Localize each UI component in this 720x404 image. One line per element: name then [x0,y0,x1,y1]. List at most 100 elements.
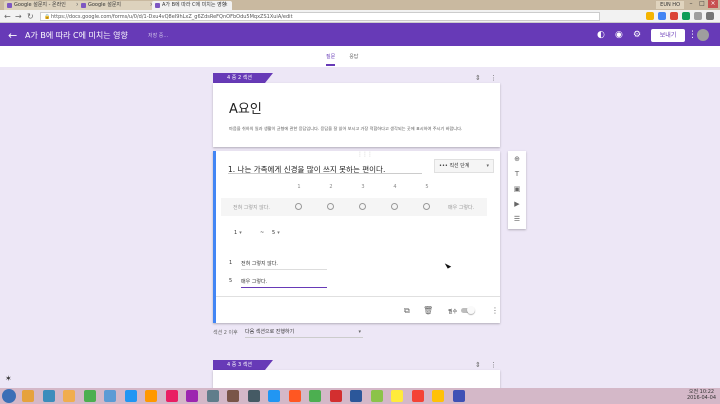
more-vert-icon[interactable]: ⋮ [688,30,697,40]
url-input[interactable]: 🔒 https://docs.google.com/forms/u/0/d/1-… [40,12,600,21]
taskbar-app-icon[interactable] [329,390,342,402]
drag-handle-icon[interactable]: ⋮⋮⋮ [357,151,373,158]
scale-number: 4 [393,184,397,190]
taskbar-app-icon[interactable] [63,390,75,402]
windows-taskbar: 오전 10:22 2016-04-04 [0,388,720,404]
section-title[interactable]: A요인 [229,98,262,117]
more-vert-icon[interactable]: ⋮ [490,74,497,82]
section-tag: 4 중 3 섹션 [213,360,273,370]
section-header-card[interactable]: ⇕ ⋮ A요인 마음을 쉬하의 일과 생활이 균형에 관한 응답입니다. 응답을… [213,74,500,147]
low-label-input[interactable]: 전혀 그렇지 않다. [241,260,327,270]
taskbar-app-icon[interactable] [452,390,465,402]
more-vert-icon[interactable]: ⋮ [491,306,499,315]
back-arrow-icon[interactable]: ← [8,29,17,42]
taskbar-app-icon[interactable] [22,390,34,402]
section-description[interactable]: 마음을 쉬하의 일과 생활이 균형에 관한 응답입니다. 응답을 잘 읽어 보시… [229,125,491,132]
address-bar: ← → ↻ 🔒 https://docs.google.com/forms/u/… [0,10,720,23]
tab-responses[interactable]: 응답 [349,53,358,66]
extension-icon[interactable] [658,12,666,20]
range-to-select[interactable]: 5 ▾ [272,230,280,236]
preview-eye-icon[interactable]: ◉ [615,30,623,40]
taskbar-app-icon[interactable] [42,390,55,402]
settings-gear-icon[interactable]: ⚙ [633,30,641,40]
range-from-select[interactable]: 1 ▾ [234,230,242,236]
tab-questions[interactable]: 질문 [326,53,336,66]
close-window-icon[interactable]: × [708,0,718,8]
maximize-icon[interactable]: □ [697,0,707,8]
divider [216,296,500,297]
taskbar-app-icon[interactable] [83,390,96,402]
taskbar-app-icon[interactable] [432,390,444,402]
browser-tab[interactable]: Google 설문지× [78,1,158,10]
question-type-dropdown[interactable]: ••• 직선 단계 ▾ [434,159,494,173]
start-button-icon[interactable] [2,389,16,403]
question-type-label: 직선 단계 [449,163,470,169]
bookmark-star-icon[interactable] [646,12,654,20]
scale-low-label: 전혀 그렇지 않다. [233,205,270,211]
taskbar-app-icon[interactable] [165,390,178,402]
label-row-number: 1 [229,260,233,266]
window-controls: – □ × [686,0,718,8]
form-tabs: 질문 응답 [0,46,720,67]
chrome-menu-icon[interactable] [706,12,714,20]
taskbar-app-icon[interactable] [206,390,219,402]
add-image-icon[interactable]: ▣ [513,185,521,193]
taskbar-app-icon[interactable] [145,390,157,402]
form-title[interactable]: A가 B에 따라 C에 미치는 영향 [25,30,128,41]
section-header-card[interactable]: ⇕ ⋮ [213,361,500,390]
accessibility-icon[interactable]: ✶ [5,374,12,383]
url-text: https://docs.google.com/forms/u/0/d/1-Dx… [51,14,293,20]
taskbar-app-icon[interactable] [309,390,321,402]
question-card[interactable]: ⋮⋮⋮ 1. 나는 가족에게 신경을 많이 쓰지 못하는 편이다. ••• 직선… [213,151,500,323]
taskbar-app-icon[interactable] [247,390,260,402]
after-section-select[interactable]: 다음 섹션으로 진행하기 ▾ [245,326,363,338]
duplicate-icon[interactable]: ⧉ [404,306,410,315]
browser-tab[interactable]: Google 설문지 - 온라인× [4,1,84,10]
taskbar-app-icon[interactable] [124,390,137,402]
high-label-input[interactable]: 매우 그렇다. [241,278,327,288]
taskbar-app-icon[interactable] [288,390,301,402]
send-button[interactable]: 보내기 [651,29,685,42]
taskbar-app-icon[interactable] [350,390,362,402]
reload-icon[interactable]: ↻ [27,12,34,21]
after-section-value: 다음 섹션으로 진행하기 [245,329,295,335]
palette-icon[interactable]: ◐ [597,30,605,40]
taskbar-app-icon[interactable] [227,390,239,402]
forms-favicon-icon [81,3,86,8]
range-separator: ~ [260,230,265,236]
collapse-icon[interactable]: ⇕ [475,74,481,82]
back-arrow-icon[interactable]: ← [4,12,11,21]
required-label: 필수 [448,309,458,315]
extension-icon[interactable] [682,12,690,20]
clock-date: 2016-04-04 [686,395,716,401]
close-tab-icon[interactable]: × [224,1,228,10]
browser-tab-label: Google 설문지 - 온라인 [14,2,66,8]
more-vert-icon[interactable]: ⋮ [490,361,497,369]
required-toggle[interactable] [461,306,475,314]
system-clock[interactable]: 오전 10:22 2016-04-04 [687,389,716,401]
extension-icon[interactable] [670,12,678,20]
scale-number: 1 [297,184,301,190]
taskbar-app-icon[interactable] [268,390,280,402]
collapse-icon[interactable]: ⇕ [475,361,481,369]
add-section-icon[interactable]: ☰ [513,215,521,223]
add-question-icon[interactable]: ⊕ [513,155,521,163]
taskbar-app-icon[interactable] [104,390,116,402]
chevron-down-icon: ▾ [277,230,280,236]
forward-arrow-icon[interactable]: → [15,12,22,21]
taskbar-app-icon[interactable] [391,390,403,402]
linear-scale-icon: ••• [439,163,448,169]
delete-trash-icon[interactable]: 🗑 [423,306,433,315]
avatar[interactable] [697,29,709,41]
extension-icon[interactable] [694,12,702,20]
minimize-icon[interactable]: – [686,0,696,8]
add-video-icon[interactable]: ▶ [513,200,521,208]
add-title-icon[interactable]: T [513,170,521,178]
browser-tab-active[interactable]: A가 B에 따라 C에 미치는 영향 × [152,1,232,10]
taskbar-app-icon[interactable] [370,390,383,402]
taskbar-app-icon[interactable] [411,390,424,402]
browser-user-chip[interactable]: EUN HO [656,1,684,9]
scale-radio [327,203,334,210]
question-title-input[interactable]: 1. 나는 가족에게 신경을 많이 쓰지 못하는 편이다. [228,164,422,174]
taskbar-app-icon[interactable] [186,390,198,402]
